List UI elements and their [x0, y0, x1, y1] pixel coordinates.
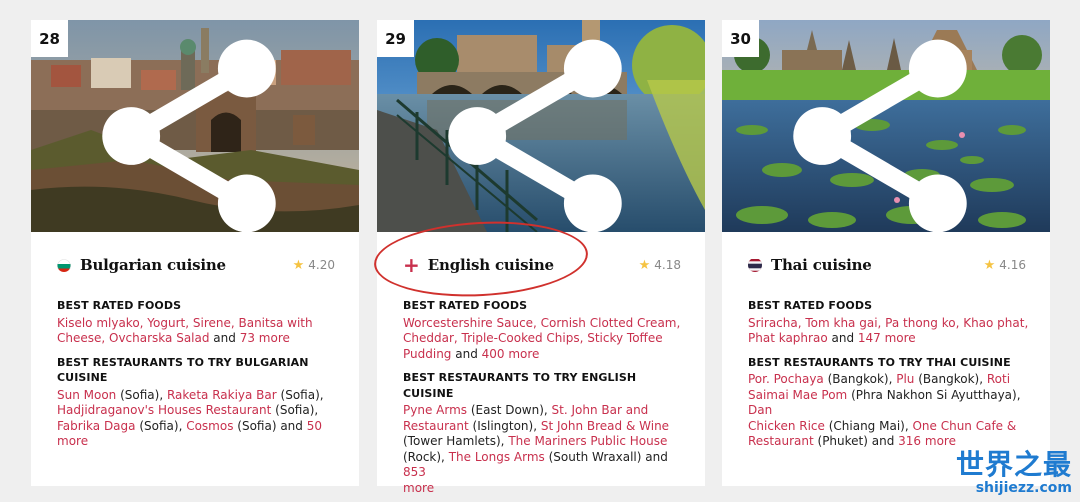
watermark-url: shijiezz.com [975, 480, 1072, 496]
card-title-row: Thai cuisine ★ 4.16 [748, 253, 1026, 277]
star-icon: ★ [292, 257, 305, 273]
star-icon: ★ [638, 257, 651, 273]
restaurant-link[interactable]: Chicken Rice [748, 419, 825, 433]
england-photo[interactable]: 29 [377, 20, 705, 232]
rating-value: 4.20 [308, 258, 335, 272]
rating: ★ 4.18 [639, 258, 681, 273]
rating-value: 4.16 [999, 258, 1026, 272]
and-text: and [209, 331, 240, 345]
foods-heading: BEST RATED FOODS [403, 299, 528, 312]
more-foods-link[interactable]: 400 more [482, 347, 540, 361]
restaurants-heading: BEST RESTAURANTS TO TRY ENGLISH CUISINE [403, 371, 637, 400]
restaurant-link[interactable]: Sun Moon [57, 388, 116, 402]
restaurant-link[interactable]: The Mariners Public House [508, 434, 667, 448]
rating-value: 4.18 [654, 258, 681, 272]
rating: ★ 4.16 [984, 258, 1026, 273]
food-links[interactable]: Phat kaphrao [748, 331, 828, 345]
more-restaurants-link[interactable]: 316 more [898, 434, 956, 448]
restaurants-list: Pyne Arms (East Down), St. John Bar and … [403, 403, 687, 496]
restaurants-heading: BEST RESTAURANTS TO TRY THAI CUISINE [748, 355, 1011, 369]
and-text: and [827, 331, 858, 345]
restaurant-link[interactable]: One Chun Cafe & [912, 419, 1016, 433]
foods-heading: BEST RATED FOODS [57, 299, 182, 312]
food-links[interactable]: Cheddar, Triple-Cooked Chips, Sticky Tof… [403, 331, 663, 345]
bulgaria-photo[interactable]: 28 [31, 20, 359, 232]
restaurant-link[interactable]: Fabrika Daga [57, 419, 136, 433]
rating: ★ 4.20 [293, 258, 335, 273]
share-icon[interactable] [31, 30, 353, 232]
star-icon: ★ [983, 257, 996, 273]
cuisine-name-link[interactable]: English cuisine [428, 256, 554, 274]
restaurant-link[interactable]: Saimai Mae Pom [748, 388, 847, 402]
restaurant-city: (Rock), [403, 449, 449, 464]
thailand-flag-icon [748, 258, 762, 272]
restaurant-link[interactable]: Restaurant [403, 419, 469, 433]
restaurants-list: Sun Moon (Sofia), Raketa Rakiya Bar (Sof… [57, 388, 341, 450]
more-restaurants-link[interactable]: 853 [403, 465, 426, 479]
restaurant-city: (East Down), [467, 403, 552, 417]
cuisine-card-bulgarian[interactable]: 28 Bulgarian cuisine ★ 4.20 BEST RATED FO… [31, 20, 359, 486]
restaurant-link[interactable]: St. John Bar and [552, 403, 649, 417]
restaurant-city: (South Wraxall) and [544, 449, 668, 464]
restaurant-city: (Sofia), [135, 418, 187, 433]
restaurants-heading: BEST RESTAURANTS TO TRY BULGARIAN CUISIN… [57, 355, 309, 385]
restaurant-link[interactable]: Pyne Arms [403, 403, 467, 417]
restaurant-city: (Phuket) and [813, 434, 899, 448]
food-links[interactable]: Pudding [403, 347, 451, 361]
restaurant-city: (Sofia) and [233, 418, 307, 433]
restaurant-link[interactable]: Roti [987, 372, 1010, 386]
restaurant-link[interactable]: Raketa Rakiya Bar [167, 388, 277, 402]
restaurant-city: (Sofia), [116, 387, 167, 402]
share-icon[interactable] [377, 30, 699, 232]
restaurant-link[interactable]: Restaurant [748, 434, 814, 448]
england-cross-icon: + [403, 253, 420, 277]
restaurant-city: (Chiang Mai), [824, 418, 913, 433]
restaurant-city: (Islington), [468, 418, 541, 433]
restaurant-link[interactable]: Cosmos [186, 419, 233, 433]
card-title-row: Bulgarian cuisine ★ 4.20 [57, 253, 335, 277]
more-foods-link[interactable]: 147 more [858, 331, 916, 345]
and-text: and [451, 346, 482, 361]
restaurant-link[interactable]: Hadjidraganov's Houses Restaurant [57, 403, 271, 417]
watermark: 世界之最 shijiezz.com [955, 448, 1072, 497]
foods-list: Worcestershire Sauce, Cornish Clotted Cr… [403, 316, 687, 363]
food-links[interactable]: Cheese, Ovcharska Salad [57, 331, 209, 345]
card-title-row: + English cuisine ★ 4.18 [403, 253, 681, 277]
food-links[interactable]: Kiselo mlyako, Yogurt, Sirene, Banitsa w… [57, 316, 313, 330]
restaurant-city: (Bangkok), [914, 372, 987, 386]
restaurant-link[interactable]: The Longs Arms [449, 450, 545, 464]
cuisine-card-thai[interactable]: 30 Thai cuisine ★ 4.16 BEST RATED FOODS S… [722, 20, 1050, 486]
restaurant-link[interactable]: Dan [748, 403, 772, 417]
card-body: BEST RATED FOODS Sriracha, Tom kha gai, … [748, 298, 1032, 450]
food-links[interactable]: Worcestershire Sauce, Cornish Clotted Cr… [403, 316, 680, 330]
share-icon[interactable] [722, 30, 1044, 232]
card-body: BEST RATED FOODS Worcestershire Sauce, C… [403, 298, 687, 496]
cuisine-name-link[interactable]: Thai cuisine [771, 256, 872, 274]
restaurant-city: (Sofia), [276, 387, 324, 402]
more-restaurants-link[interactable]: more [403, 481, 434, 495]
restaurant-city: (Bangkok), [823, 372, 897, 386]
food-links[interactable]: Sriracha, Tom kha gai, Pa thong ko, Khao… [748, 316, 1028, 330]
card-body: BEST RATED FOODS Kiselo mlyako, Yogurt, … [57, 298, 341, 450]
watermark-title: 世界之最 [955, 448, 1072, 481]
foods-list: Sriracha, Tom kha gai, Pa thong ko, Khao… [748, 316, 1032, 347]
foods-list: Kiselo mlyako, Yogurt, Sirene, Banitsa w… [57, 316, 341, 347]
cuisine-card-english[interactable]: 29 + English cuisine ★ 4.18 BEST RATED FO… [377, 20, 705, 495]
restaurant-link[interactable]: St John Bread & Wine [541, 419, 669, 433]
foods-heading: BEST RATED FOODS [748, 299, 873, 312]
restaurant-city: (Phra Nakhon Si Ayutthaya), [847, 387, 1021, 402]
restaurant-link[interactable]: Plu [896, 372, 914, 386]
restaurant-city: (Sofia), [271, 403, 319, 417]
cuisine-name-link[interactable]: Bulgarian cuisine [80, 256, 226, 274]
restaurants-list: Por. Pochaya (Bangkok), Plu (Bangkok), R… [748, 372, 1032, 450]
restaurant-link[interactable]: Por. Pochaya [748, 372, 824, 386]
bulgaria-flag-icon [57, 258, 71, 272]
more-foods-link[interactable]: 73 more [240, 331, 290, 345]
restaurant-city: (Tower Hamlets), [403, 434, 509, 448]
thailand-photo[interactable]: 30 [722, 20, 1050, 232]
